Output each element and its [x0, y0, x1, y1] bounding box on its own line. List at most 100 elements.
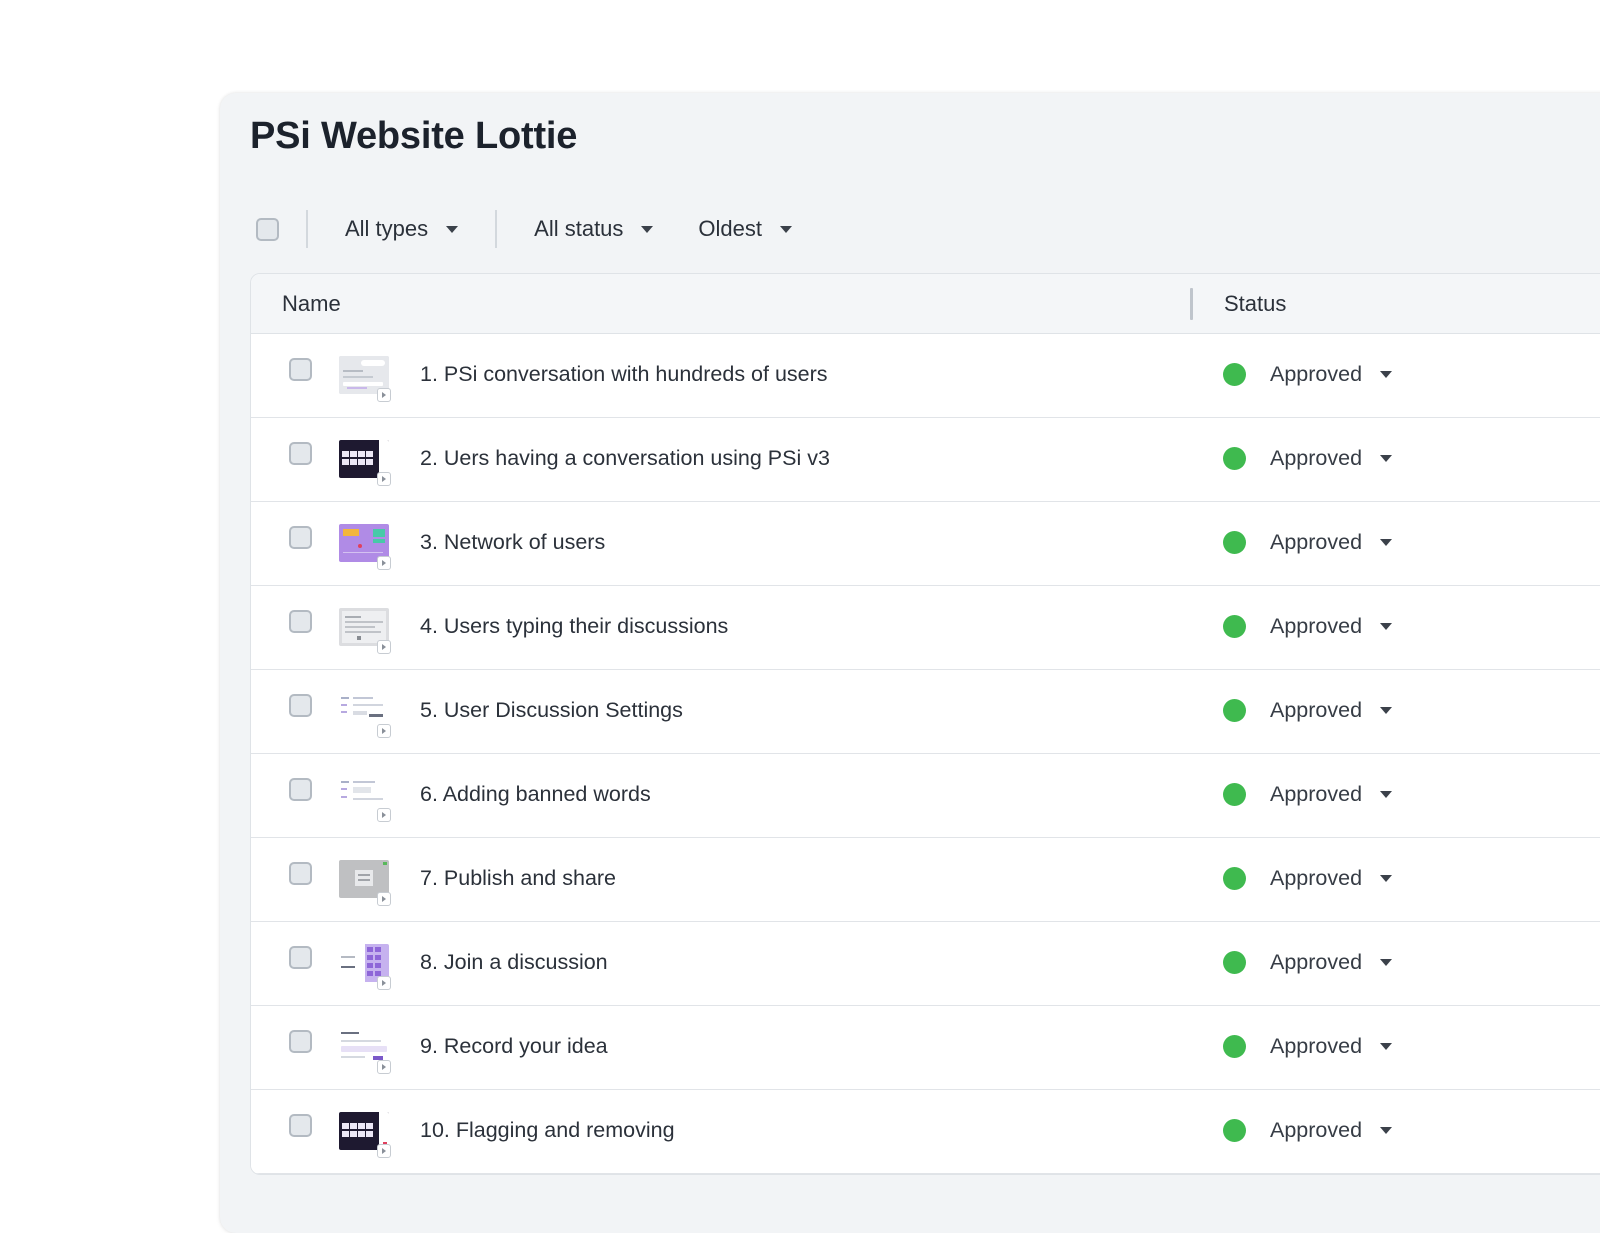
table-row[interactable]: 3. Network of users Approved	[251, 502, 1600, 586]
status-dropdown[interactable]: Approved	[1223, 614, 1393, 639]
caret-down-icon	[1380, 959, 1393, 966]
row-checkbox[interactable]	[289, 1030, 312, 1053]
caret-down-icon	[641, 225, 654, 233]
table-row[interactable]: 9. Record your idea Approved	[251, 1006, 1600, 1090]
table-row[interactable]: 5. User Discussion Settings Approved	[251, 670, 1600, 754]
status-dropdown[interactable]: Approved	[1223, 950, 1393, 975]
animation-thumbnail[interactable]	[339, 356, 391, 402]
status-label: Approved	[1270, 614, 1363, 638]
animation-thumbnail[interactable]	[339, 776, 391, 822]
caret-down-icon	[1380, 623, 1393, 630]
caret-down-icon	[1380, 1043, 1393, 1050]
animation-name[interactable]: 9. Record your idea	[420, 1034, 608, 1059]
animation-name[interactable]: 8. Join a discussion	[420, 950, 608, 975]
play-icon	[377, 1060, 391, 1074]
row-checkbox[interactable]	[289, 442, 312, 465]
page-title: PSi Website Lottie	[250, 115, 578, 157]
toolbar-divider	[495, 210, 498, 248]
column-header-status[interactable]: Status	[1224, 291, 1286, 317]
type-filter-dropdown[interactable]: All types	[345, 216, 459, 242]
status-label: Approved	[1270, 530, 1363, 554]
caret-down-icon	[1380, 1127, 1393, 1134]
animation-thumbnail[interactable]	[339, 440, 391, 486]
animations-table: Name Status 1. PSi conversation with hun…	[250, 273, 1600, 1175]
status-dot-icon	[1223, 699, 1246, 722]
sort-dropdown[interactable]: Oldest	[698, 216, 793, 242]
row-checkbox[interactable]	[289, 778, 312, 801]
animation-name[interactable]: 2. Uers having a conversation using PSi …	[420, 446, 830, 471]
table-row[interactable]: 7. Publish and share Approved	[251, 838, 1600, 922]
status-dropdown[interactable]: Approved	[1223, 1118, 1393, 1143]
animation-thumbnail[interactable]	[339, 692, 391, 738]
status-dropdown[interactable]: Approved	[1223, 446, 1393, 471]
play-icon	[377, 892, 391, 906]
lottie-collection-panel: PSi Website Lottie All types All status …	[220, 93, 1600, 1233]
caret-down-icon	[446, 225, 459, 233]
caret-down-icon	[1380, 707, 1393, 714]
animation-name[interactable]: 1. PSi conversation with hundreds of use…	[420, 362, 828, 387]
row-checkbox[interactable]	[289, 862, 312, 885]
animation-thumbnail[interactable]	[339, 608, 391, 654]
status-label: Approved	[1270, 866, 1363, 890]
caret-down-icon	[1380, 875, 1393, 882]
animation-name[interactable]: 5. User Discussion Settings	[420, 698, 683, 723]
status-dropdown[interactable]: Approved	[1223, 866, 1393, 891]
table-row[interactable]: 1. PSi conversation with hundreds of use…	[251, 334, 1600, 418]
table-row[interactable]: 8. Join a discussion Approved	[251, 922, 1600, 1006]
row-checkbox[interactable]	[289, 526, 312, 549]
status-dot-icon	[1223, 447, 1246, 470]
status-filter-dropdown[interactable]: All status	[534, 216, 654, 242]
status-dot-icon	[1223, 531, 1246, 554]
play-icon	[377, 724, 391, 738]
caret-down-icon	[1380, 455, 1393, 462]
table-row[interactable]: 10. Flagging and removing Approved	[251, 1090, 1600, 1174]
status-dot-icon	[1223, 951, 1246, 974]
status-label: Approved	[1270, 1034, 1363, 1058]
animation-name[interactable]: 3. Network of users	[420, 530, 605, 555]
play-icon	[377, 808, 391, 822]
play-icon	[377, 472, 391, 486]
animation-name[interactable]: 4. Users typing their discussions	[420, 614, 728, 639]
status-dot-icon	[1223, 1119, 1246, 1142]
status-dropdown[interactable]: Approved	[1223, 782, 1393, 807]
status-label: Approved	[1270, 782, 1363, 806]
animation-name[interactable]: 6. Adding banned words	[420, 782, 651, 807]
animation-name[interactable]: 7. Publish and share	[420, 866, 616, 891]
row-checkbox[interactable]	[289, 610, 312, 633]
animation-thumbnail[interactable]	[339, 944, 391, 990]
caret-down-icon	[780, 225, 793, 233]
status-dot-icon	[1223, 867, 1246, 890]
table-row[interactable]: 2. Uers having a conversation using PSi …	[251, 418, 1600, 502]
column-resize-handle[interactable]	[1190, 288, 1193, 320]
animation-thumbnail[interactable]	[339, 524, 391, 570]
toolbar-divider	[306, 210, 308, 248]
status-dropdown[interactable]: Approved	[1223, 1034, 1393, 1059]
caret-down-icon	[1380, 539, 1393, 546]
status-dropdown[interactable]: Approved	[1223, 530, 1393, 555]
play-icon	[377, 976, 391, 990]
status-dot-icon	[1223, 783, 1246, 806]
row-checkbox[interactable]	[289, 946, 312, 969]
filter-toolbar: All types All status Oldest	[256, 207, 1156, 251]
status-label: Approved	[1270, 698, 1363, 722]
column-header-name[interactable]: Name	[282, 291, 341, 317]
animation-thumbnail[interactable]	[339, 1028, 391, 1074]
status-dot-icon	[1223, 615, 1246, 638]
status-dot-icon	[1223, 363, 1246, 386]
animation-name[interactable]: 10. Flagging and removing	[420, 1118, 675, 1143]
animation-thumbnail[interactable]	[339, 860, 391, 906]
row-checkbox[interactable]	[289, 1114, 312, 1137]
play-icon	[377, 388, 391, 402]
type-filter-label: All types	[345, 216, 429, 241]
status-dropdown[interactable]: Approved	[1223, 362, 1393, 387]
table-row[interactable]: 4. Users typing their discussions Approv…	[251, 586, 1600, 670]
status-label: Approved	[1270, 362, 1363, 386]
table-header: Name Status	[251, 274, 1600, 334]
row-checkbox[interactable]	[289, 694, 312, 717]
select-all-checkbox[interactable]	[256, 217, 279, 241]
status-dropdown[interactable]: Approved	[1223, 698, 1393, 723]
row-checkbox[interactable]	[289, 358, 312, 381]
play-icon	[377, 1144, 391, 1158]
animation-thumbnail[interactable]	[339, 1112, 391, 1158]
table-row[interactable]: 6. Adding banned words Approved	[251, 754, 1600, 838]
